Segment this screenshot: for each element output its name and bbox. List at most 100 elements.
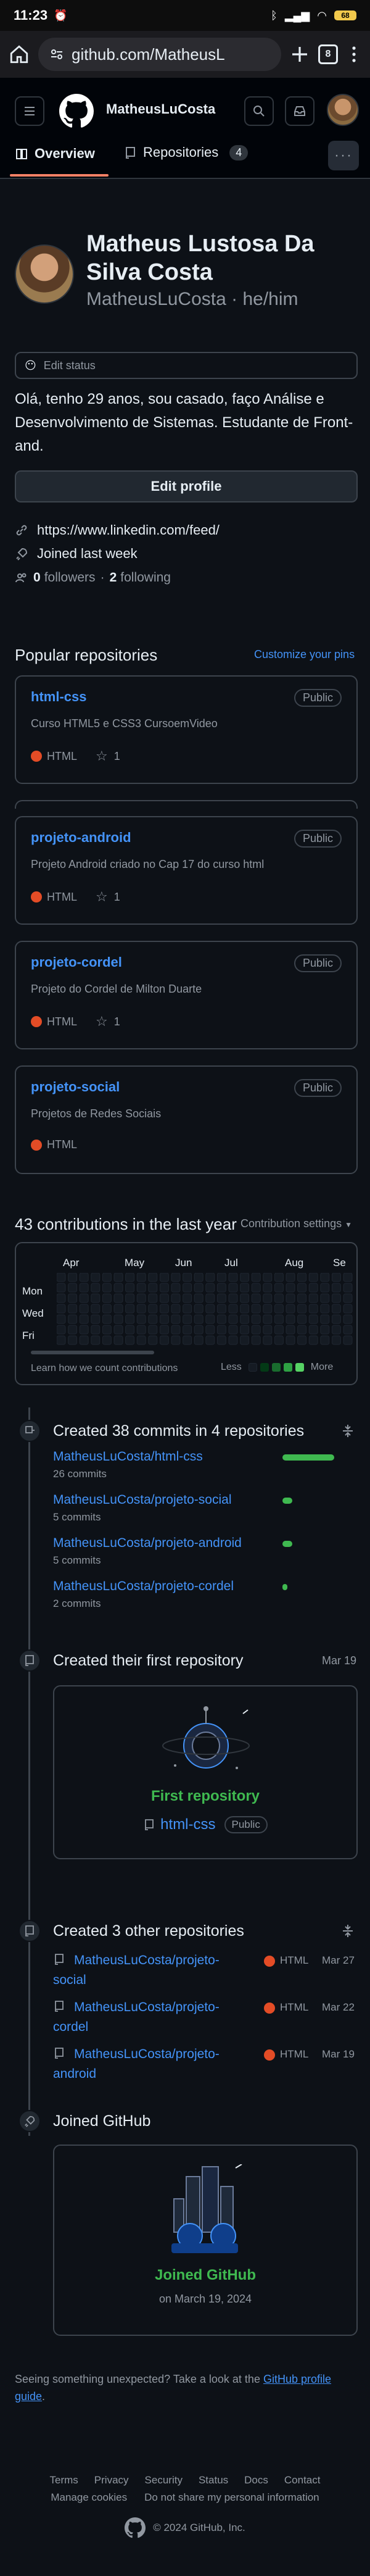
- contribution-cell[interactable]: [297, 1304, 307, 1314]
- contribution-cell[interactable]: [68, 1304, 78, 1314]
- repo-card-name[interactable]: projeto-social: [31, 1079, 120, 1095]
- contribution-cell[interactable]: [102, 1314, 112, 1324]
- site-settings-icon[interactable]: [49, 47, 64, 62]
- contribution-cell[interactable]: [91, 1293, 101, 1303]
- contribution-cell[interactable]: [297, 1273, 307, 1282]
- contribution-cell[interactable]: [79, 1283, 89, 1293]
- footer-link-status[interactable]: Status: [199, 2474, 228, 2486]
- contribution-cell[interactable]: [57, 1283, 66, 1293]
- other-repo-link[interactable]: MatheusLuCosta/projeto-cordel: [53, 1998, 238, 2037]
- inbox-button[interactable]: [285, 96, 314, 126]
- github-mark-icon[interactable]: [125, 2517, 146, 2538]
- contribution-cell[interactable]: [91, 1273, 101, 1282]
- contribution-cell[interactable]: [57, 1293, 66, 1303]
- contribution-cell[interactable]: [228, 1283, 238, 1293]
- contribution-cell[interactable]: [113, 1273, 123, 1282]
- contribution-cell[interactable]: [297, 1325, 307, 1335]
- address-bar[interactable]: github.com/MatheusL: [38, 38, 281, 71]
- contribution-cell[interactable]: [125, 1293, 135, 1303]
- contribution-cell[interactable]: [102, 1283, 112, 1293]
- contribution-cell[interactable]: [205, 1283, 215, 1293]
- contribution-settings-button[interactable]: Contribution settings ▼: [240, 1217, 352, 1230]
- followers-link[interactable]: 0 followers: [33, 570, 96, 585]
- contribution-cell[interactable]: [125, 1283, 135, 1293]
- contribution-cell[interactable]: [251, 1273, 261, 1282]
- contribution-cell[interactable]: [125, 1325, 135, 1335]
- contribution-cell[interactable]: [136, 1283, 146, 1293]
- tab-overview[interactable]: Overview: [15, 146, 95, 162]
- contribution-cell[interactable]: [320, 1325, 330, 1335]
- contribution-cell[interactable]: [343, 1335, 353, 1345]
- contribution-cell[interactable]: [183, 1304, 192, 1314]
- contribution-cell[interactable]: [183, 1314, 192, 1324]
- header-avatar[interactable]: [327, 94, 359, 126]
- star-icon[interactable]: ☆: [96, 748, 108, 764]
- contribution-cell[interactable]: [205, 1325, 215, 1335]
- contribution-cell[interactable]: [286, 1335, 295, 1345]
- contribution-cell[interactable]: [91, 1335, 101, 1345]
- contribution-cell[interactable]: [331, 1273, 341, 1282]
- contribution-cell[interactable]: [148, 1273, 158, 1282]
- contribution-cell[interactable]: [263, 1273, 273, 1282]
- contribution-cell[interactable]: [136, 1314, 146, 1324]
- contribution-cell[interactable]: [263, 1304, 273, 1314]
- contribution-cell[interactable]: [274, 1283, 284, 1293]
- contribution-cell[interactable]: [68, 1283, 78, 1293]
- customize-pins-link[interactable]: Customize your pins: [254, 648, 355, 661]
- contribution-cell[interactable]: [228, 1314, 238, 1324]
- contribution-cell[interactable]: [331, 1325, 341, 1335]
- repo-stars[interactable]: 1: [114, 750, 120, 763]
- contribution-cell[interactable]: [113, 1283, 123, 1293]
- contribution-cell[interactable]: [57, 1304, 66, 1314]
- contribution-cell[interactable]: [159, 1335, 169, 1345]
- contribution-cell[interactable]: [171, 1325, 181, 1335]
- contribution-cell[interactable]: [79, 1314, 89, 1324]
- contribution-cell[interactable]: [308, 1273, 318, 1282]
- contribution-cell[interactable]: [228, 1304, 238, 1314]
- contribution-cell[interactable]: [194, 1325, 204, 1335]
- contribution-cell[interactable]: [113, 1314, 123, 1324]
- contribution-cell[interactable]: [171, 1273, 181, 1282]
- contribution-cell[interactable]: [286, 1325, 295, 1335]
- contribution-cell[interactable]: [216, 1283, 226, 1293]
- contribution-cell[interactable]: [194, 1304, 204, 1314]
- contribution-cell[interactable]: [251, 1293, 261, 1303]
- repo-stars[interactable]: 1: [114, 891, 120, 904]
- contribution-cell[interactable]: [251, 1304, 261, 1314]
- contribution-cell[interactable]: [194, 1273, 204, 1282]
- contribution-cell[interactable]: [79, 1273, 89, 1282]
- contribution-cell[interactable]: [251, 1283, 261, 1293]
- star-icon[interactable]: ☆: [96, 1014, 108, 1030]
- contribution-cell[interactable]: [113, 1304, 123, 1314]
- contribution-cell[interactable]: [320, 1293, 330, 1303]
- contribution-cell[interactable]: [343, 1273, 353, 1282]
- contribution-cell[interactable]: [171, 1304, 181, 1314]
- repo-card-name[interactable]: projeto-cordel: [31, 954, 122, 970]
- contribution-cell[interactable]: [331, 1314, 341, 1324]
- contribution-cell[interactable]: [240, 1314, 250, 1324]
- contribution-cell[interactable]: [297, 1335, 307, 1345]
- contribution-cell[interactable]: [159, 1314, 169, 1324]
- repo-card-name[interactable]: html-css: [31, 689, 86, 705]
- contribution-cell[interactable]: [274, 1293, 284, 1303]
- contribution-cell[interactable]: [286, 1293, 295, 1303]
- contribution-cell[interactable]: [216, 1325, 226, 1335]
- contribution-cell[interactable]: [183, 1325, 192, 1335]
- contribution-cell[interactable]: [136, 1304, 146, 1314]
- contribution-cell[interactable]: [216, 1273, 226, 1282]
- contribution-cell[interactable]: [171, 1335, 181, 1345]
- contribution-cell[interactable]: [57, 1273, 66, 1282]
- contribution-cell[interactable]: [343, 1293, 353, 1303]
- commit-repo-link[interactable]: MatheusLuCosta/projeto-cordel: [53, 1579, 234, 1594]
- contribution-cell[interactable]: [205, 1314, 215, 1324]
- contribution-cell[interactable]: [194, 1283, 204, 1293]
- tab-repositories[interactable]: Repositories 4: [123, 144, 249, 160]
- contribution-cell[interactable]: [228, 1293, 238, 1303]
- contribution-cell[interactable]: [159, 1273, 169, 1282]
- footer-link-terms[interactable]: Terms: [50, 2474, 78, 2486]
- star-icon[interactable]: ☆: [96, 889, 108, 905]
- contribution-cell[interactable]: [308, 1293, 318, 1303]
- contribution-cell[interactable]: [297, 1283, 307, 1293]
- contribution-cell[interactable]: [240, 1304, 250, 1314]
- profile-link[interactable]: https://www.linkedin.com/feed/: [37, 522, 220, 538]
